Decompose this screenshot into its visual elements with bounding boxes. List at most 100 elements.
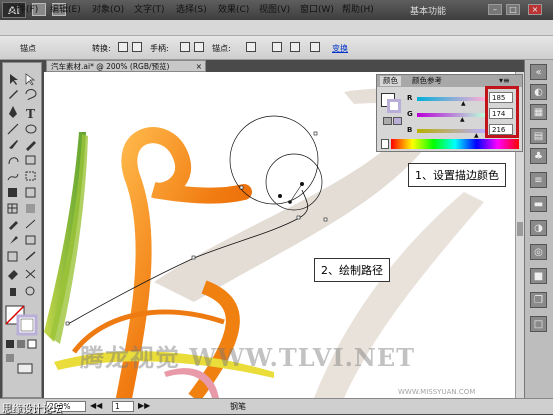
artboards-icon[interactable]: □ bbox=[530, 316, 547, 332]
anchor-label: 锚点 bbox=[20, 44, 36, 53]
gradient-mode-button bbox=[17, 340, 25, 348]
convert-to-corner-icon[interactable] bbox=[118, 42, 128, 52]
maximize-button[interactable]: □ bbox=[506, 4, 520, 15]
web-safe-swatch[interactable] bbox=[393, 117, 402, 125]
menu-edit[interactable]: 编辑(E) bbox=[50, 2, 81, 15]
callout-draw-path: 2、绘制路径 bbox=[314, 258, 390, 282]
anchor-point bbox=[296, 215, 301, 220]
pencil-tool-icon bbox=[26, 141, 36, 151]
color-spectrum-bar[interactable] bbox=[391, 139, 519, 149]
graphic-styles-icon[interactable]: ■ bbox=[530, 268, 547, 284]
b-slider-thumb[interactable]: ▲ bbox=[474, 132, 479, 139]
show-handles-icon[interactable] bbox=[180, 42, 190, 52]
stroke-swatch-inner bbox=[20, 318, 34, 332]
scissors-tool-icon bbox=[25, 269, 36, 279]
anchor-points-label: 锚点: bbox=[212, 44, 231, 53]
live-paint-tool-icon bbox=[10, 236, 18, 244]
menu-view[interactable]: 视图(V) bbox=[259, 2, 290, 15]
current-tool-label[interactable]: 钢笔 bbox=[230, 401, 246, 412]
layers-icon[interactable]: ❐ bbox=[530, 292, 547, 308]
r-slider[interactable] bbox=[417, 97, 485, 101]
handle-point bbox=[288, 200, 292, 204]
none-color-box[interactable] bbox=[381, 139, 389, 149]
menu-object[interactable]: 对象(O) bbox=[92, 2, 124, 15]
page-number-field[interactable]: 1 bbox=[112, 401, 134, 412]
hand-tool-icon bbox=[10, 288, 16, 296]
tool-grid: T bbox=[5, 73, 38, 374]
cut-path-icon[interactable] bbox=[290, 42, 300, 52]
stroke-icon[interactable]: ≡ bbox=[530, 172, 547, 188]
document-tab-close[interactable]: × bbox=[196, 61, 202, 72]
r-label: R bbox=[407, 94, 413, 102]
tab-color-guide[interactable]: 颜色参考 bbox=[409, 76, 445, 86]
watermark-forum: 思缘设计论坛 bbox=[2, 404, 62, 415]
magic-wand-tool-icon bbox=[9, 90, 18, 99]
color-guide-icon[interactable]: ▦ bbox=[530, 104, 547, 120]
b-label: B bbox=[407, 126, 413, 134]
close-button[interactable]: × bbox=[528, 4, 542, 15]
prev-page-icon[interactable]: ◀◀ bbox=[90, 401, 102, 410]
scrollbar-thumb[interactable] bbox=[517, 222, 523, 236]
direction-handle bbox=[289, 183, 303, 203]
color-panel-icon[interactable]: ◐ bbox=[530, 84, 547, 100]
zoom-tool-icon bbox=[25, 286, 35, 296]
remove-anchor-icon[interactable] bbox=[246, 42, 256, 52]
symbols-icon[interactable]: ♣ bbox=[530, 148, 547, 164]
connect-anchor-icon[interactable] bbox=[272, 42, 282, 52]
menu-select[interactable]: 选择(S) bbox=[176, 2, 207, 15]
g-slider[interactable] bbox=[417, 113, 485, 117]
artboard-tool-icon bbox=[7, 251, 18, 262]
selection-tool-icon bbox=[10, 74, 18, 85]
workspace-switcher[interactable]: 基本功能 bbox=[410, 4, 446, 17]
line-tool-icon bbox=[7, 123, 19, 135]
convert-to-smooth-icon[interactable] bbox=[132, 42, 142, 52]
live-paint-selection-icon bbox=[25, 235, 36, 245]
menu-type[interactable]: 文字(T) bbox=[134, 2, 165, 15]
scale-tool-icon bbox=[25, 155, 36, 165]
menu-window[interactable]: 窗口(W) bbox=[300, 2, 334, 15]
menu-effect[interactable]: 效果(C) bbox=[218, 2, 249, 15]
handle-label: 手柄: bbox=[150, 44, 169, 53]
symbol-sprayer-tool-icon bbox=[8, 188, 17, 197]
menu-file[interactable]: 文件(F) bbox=[8, 2, 38, 15]
hide-handles-icon[interactable] bbox=[194, 42, 204, 52]
anchor-point bbox=[239, 185, 244, 190]
document-tab[interactable]: 汽车素材.ai* @ 200% (RGB/预览) × bbox=[46, 60, 206, 72]
panel-menu-icon[interactable]: ▾≡ bbox=[499, 76, 510, 85]
panel-stroke-swatch[interactable] bbox=[387, 99, 401, 113]
out-of-gamut-icon[interactable] bbox=[383, 117, 392, 125]
g-slider-thumb[interactable]: ▲ bbox=[460, 116, 465, 123]
gradient-icon[interactable]: ▬ bbox=[530, 196, 547, 212]
type-tool-icon: T bbox=[26, 107, 35, 121]
anchor-point bbox=[65, 321, 70, 326]
none-mode-button bbox=[27, 339, 37, 349]
anchor-point bbox=[313, 131, 318, 136]
transform-link[interactable]: 变换 bbox=[332, 43, 348, 54]
transparency-icon[interactable]: ◑ bbox=[530, 220, 547, 236]
next-page-icon[interactable]: ▶▶ bbox=[138, 401, 150, 410]
tab-color[interactable]: 颜色 bbox=[380, 76, 401, 86]
color-mode-button bbox=[6, 340, 14, 348]
appearance-icon[interactable]: ◎ bbox=[530, 244, 547, 260]
isolate-icon[interactable] bbox=[310, 42, 320, 52]
warp-tool-icon bbox=[7, 173, 19, 181]
rotate-tool-icon bbox=[8, 157, 19, 165]
swatches-icon[interactable]: ▤ bbox=[530, 128, 547, 144]
menu-bar bbox=[0, 20, 553, 36]
minimize-button[interactable]: – bbox=[488, 4, 502, 15]
menu-help[interactable]: 帮助(H) bbox=[342, 2, 374, 15]
dock-collapse-icon[interactable]: « bbox=[530, 64, 547, 80]
free-transform-tool-icon bbox=[25, 171, 36, 181]
eraser-tool-icon bbox=[8, 270, 18, 280]
r-slider-thumb[interactable]: ▲ bbox=[461, 100, 466, 107]
anchor-point bbox=[191, 255, 196, 260]
eyedropper-tool-icon bbox=[9, 221, 18, 230]
gradient-tool-icon bbox=[26, 204, 35, 213]
watermark-tlvi: 腾龙视觉 WWW.TLVI.NET bbox=[80, 343, 416, 372]
ellipse-tool-icon bbox=[25, 124, 37, 134]
highlight-box bbox=[485, 86, 519, 138]
handle-point bbox=[278, 194, 282, 198]
direct-selection-tool-icon bbox=[25, 73, 36, 86]
document-tab-title: 汽车素材.ai* @ 200% (RGB/预览) bbox=[51, 62, 170, 71]
guide-circle-inner bbox=[265, 153, 323, 211]
